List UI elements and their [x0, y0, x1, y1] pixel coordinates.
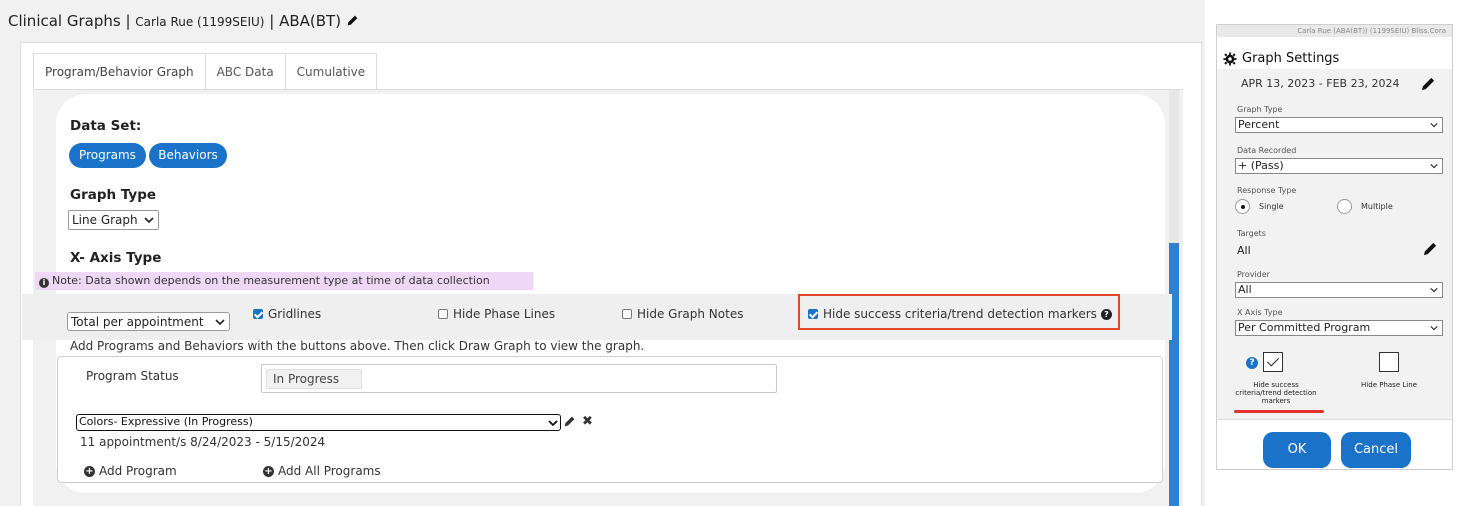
response-single-label: Single: [1259, 202, 1284, 211]
scrollbar-thumb[interactable]: [1169, 243, 1179, 506]
chevron-down-icon: [1430, 326, 1438, 331]
hide-phase-lines-label: Hide Phase Lines: [453, 307, 556, 321]
dialog-top-strip: Carla Rue (ABA(BT)) (1199SEIU) Bliss.Cor…: [1217, 25, 1452, 37]
checkbox-checked-icon: [253, 309, 263, 319]
graph-type-select[interactable]: Line Graph: [68, 210, 159, 230]
add-program-label: Add Program: [99, 464, 177, 478]
gridlines-label: Gridlines: [268, 307, 322, 321]
instructions-text: Add Programs and Behaviors with the butt…: [70, 339, 645, 353]
chevron-down-icon: [1430, 123, 1438, 128]
graph-type-label: Graph Type: [1237, 105, 1283, 114]
x-axis-type-value: Per Committed Program: [1238, 321, 1371, 334]
graph-settings-title-text: Graph Settings: [1242, 51, 1340, 66]
plus-circle-icon: +: [84, 465, 95, 477]
data-set-heading: Data Set:: [70, 118, 142, 134]
client-name: Carla Rue (1199SEIU): [135, 15, 265, 29]
targets-label: Targets: [1237, 229, 1266, 238]
red-underline-mark: [1234, 410, 1324, 413]
gs-graph-type-value: Percent: [1238, 118, 1280, 131]
ok-button[interactable]: OK: [1263, 432, 1331, 468]
radio-selected-icon: [1235, 199, 1250, 214]
dialog-footer: OK Cancel: [1217, 419, 1452, 469]
checkbox-unchecked-icon: [622, 309, 632, 319]
service-name: | ABA(BT): [269, 12, 342, 30]
programs-button[interactable]: Programs: [69, 143, 146, 168]
chevron-down-icon: [144, 217, 154, 224]
checkbox-unchecked-icon: [438, 309, 448, 319]
provider-label: Provider: [1237, 270, 1270, 279]
x-axis-value: Total per appointment: [71, 315, 204, 329]
hide-phase-line-checkbox[interactable]: [1379, 352, 1399, 372]
program-select[interactable]: Colors- Expressive (In Progress): [76, 414, 561, 431]
gear-icon: [1223, 51, 1237, 66]
response-multiple-label: Multiple: [1361, 202, 1393, 211]
add-program-button[interactable]: + Add Program: [84, 464, 177, 478]
data-recorded-select[interactable]: + (Pass): [1235, 158, 1443, 174]
graph-settings-dialog: Carla Rue (ABA(BT)) (1199SEIU) Bliss.Cor…: [1216, 24, 1453, 470]
page-title: Clinical Graphs | Carla Rue (1199SEIU) |…: [8, 12, 359, 30]
measurement-note: i Note: Data shown depends on the measure…: [35, 272, 533, 290]
highlight-box: [798, 294, 1120, 330]
hide-success-criteria-checkbox[interactable]: [1263, 352, 1283, 372]
program-status-label: Program Status: [86, 369, 179, 383]
edit-date-pencil-icon[interactable]: [1421, 76, 1436, 91]
plus-circle-icon: +: [263, 465, 274, 477]
info-icon: i: [39, 278, 49, 288]
data-recorded-value: + (Pass): [1238, 159, 1284, 172]
x-axis-heading: X- Axis Type: [70, 250, 162, 266]
edit-client-pencil-icon[interactable]: [346, 13, 359, 26]
response-type-label: Response Type: [1237, 186, 1297, 195]
program-panel: Program Status In Progress Colors- Expre…: [57, 356, 1163, 483]
response-single-radio[interactable]: Single: [1235, 199, 1284, 214]
graph-type-value: Line Graph: [72, 213, 138, 227]
radio-unselected-icon: [1337, 199, 1352, 214]
hide-graph-notes-checkbox[interactable]: Hide Graph Notes: [622, 307, 743, 321]
graph-settings-title: Graph Settings: [1223, 51, 1339, 66]
clinical-graphs-page: Clinical Graphs | Carla Rue (1199SEIU) |…: [0, 0, 1205, 506]
chevron-down-icon: [1430, 164, 1438, 169]
tab-cumulative[interactable]: Cumulative: [284, 53, 378, 90]
chevron-down-icon: [548, 420, 558, 427]
page-title-text: Clinical Graphs: [8, 12, 121, 30]
program-select-value: Colors- Expressive (In Progress): [79, 415, 253, 428]
behaviors-button[interactable]: Behaviors: [149, 143, 227, 168]
hide-success-criteria-label: Hide success criteria/trend detection ma…: [1235, 381, 1317, 405]
graph-tabs: Program/Behavior Graph ABC Data Cumulati…: [33, 53, 378, 90]
add-all-programs-button[interactable]: + Add All Programs: [263, 464, 381, 478]
x-axis-type-select[interactable]: Per Committed Program: [1235, 320, 1443, 336]
cancel-button[interactable]: Cancel: [1341, 432, 1411, 468]
response-multiple-radio[interactable]: Multiple: [1337, 199, 1393, 214]
graph-type-heading: Graph Type: [70, 187, 157, 203]
program-status-field[interactable]: In Progress: [261, 364, 777, 393]
provider-select[interactable]: All: [1235, 282, 1443, 298]
provider-value: All: [1238, 283, 1252, 296]
remove-program-close-icon[interactable]: ✖: [582, 414, 593, 429]
x-axis-type-label: X Axis Type: [1237, 308, 1283, 317]
hide-graph-notes-label: Hide Graph Notes: [637, 307, 744, 321]
appointment-summary: 11 appointment/s 8/24/2023 - 5/15/2024: [80, 435, 326, 449]
gs-graph-type-select[interactable]: Percent: [1235, 117, 1443, 133]
title-separator: |: [120, 12, 136, 30]
edit-program-pencil-icon[interactable]: [563, 415, 576, 428]
note-text: Note: Data shown depends on the measurem…: [52, 274, 490, 287]
chevron-down-icon: [215, 319, 225, 326]
status-tag[interactable]: In Progress: [266, 369, 363, 389]
data-recorded-label: Data Recorded: [1237, 146, 1297, 155]
x-axis-select[interactable]: Total per appointment: [67, 312, 230, 331]
gridlines-checkbox[interactable]: Gridlines: [253, 307, 321, 321]
edit-targets-pencil-icon[interactable]: [1423, 241, 1438, 256]
add-all-programs-label: Add All Programs: [278, 464, 381, 478]
tab-abc-data[interactable]: ABC Data: [204, 53, 286, 90]
hide-phase-lines-checkbox[interactable]: Hide Phase Lines: [438, 307, 555, 321]
chevron-down-icon: [1430, 288, 1438, 293]
hide-phase-line-label: Hide Phase Line: [1361, 381, 1417, 389]
targets-value: All: [1237, 244, 1251, 257]
date-range: APR 13, 2023 - FEB 23, 2024: [1241, 77, 1400, 90]
help-icon[interactable]: ?: [1246, 357, 1258, 369]
tab-program-behavior-graph[interactable]: Program/Behavior Graph: [33, 53, 206, 90]
